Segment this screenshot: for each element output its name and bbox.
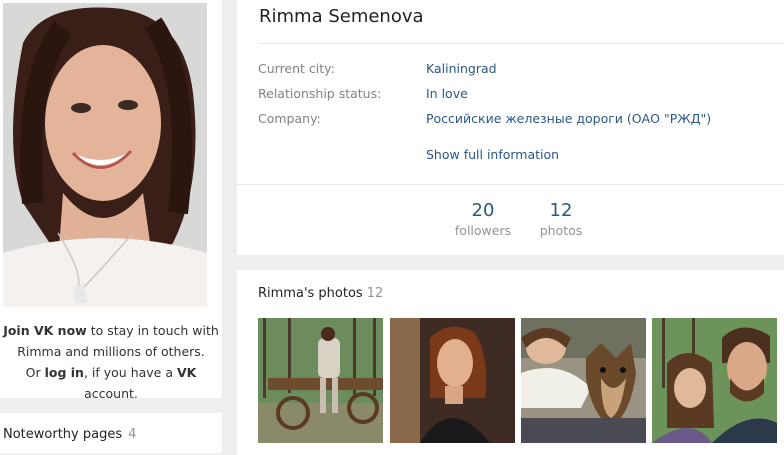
photos-header[interactable]: Rimma's photos 12 bbox=[258, 286, 383, 301]
join-text-1: to stay in touch with bbox=[86, 323, 219, 338]
photos-total-count: 12 bbox=[366, 286, 384, 301]
join-vk-link[interactable]: Join VK now bbox=[3, 323, 87, 338]
photo-couple-selfie-image bbox=[652, 318, 777, 443]
show-full-information-link[interactable]: Show full information bbox=[426, 147, 559, 162]
photo-thumbnail[interactable] bbox=[258, 318, 383, 443]
photo-woman-with-dog-image bbox=[521, 318, 646, 443]
vk-label: VK bbox=[176, 365, 197, 380]
join-text-or: Or bbox=[25, 365, 45, 380]
name-divider bbox=[259, 43, 784, 44]
photo-thumbnail[interactable] bbox=[652, 318, 777, 443]
join-text-2: Rimma and millions of others. bbox=[17, 344, 205, 359]
noteworthy-pages-header[interactable]: Noteworthy pages 4 bbox=[3, 427, 136, 442]
photos-title: Rimma's photos bbox=[258, 286, 363, 301]
avatar-portrait-image bbox=[3, 3, 207, 307]
info-label-city: Current city: bbox=[258, 61, 335, 76]
photo-portrait-dark-image bbox=[390, 318, 515, 443]
join-vk-prompt: Join VK now to stay in touch with Rimma … bbox=[0, 320, 222, 404]
log-in-link[interactable]: log in bbox=[45, 365, 84, 380]
info-value-city[interactable]: Kaliningrad bbox=[426, 61, 497, 76]
followers-count: 20 bbox=[471, 200, 495, 221]
photos-counter[interactable]: 12 photos bbox=[531, 200, 591, 238]
photo-woman-on-cart-image bbox=[258, 318, 383, 443]
info-label-relationship: Relationship status: bbox=[258, 86, 382, 101]
stats-divider bbox=[237, 184, 784, 185]
info-value-relationship[interactable]: In love bbox=[426, 86, 468, 101]
profile-name: Rimma Semenova bbox=[259, 6, 424, 27]
noteworthy-pages-card: Noteworthy pages 4 bbox=[0, 413, 222, 453]
info-value-company[interactable]: Российские железные дороги (ОАО "РЖД") bbox=[426, 111, 711, 126]
noteworthy-pages-title: Noteworthy pages bbox=[3, 427, 123, 442]
photo-thumbnail[interactable] bbox=[521, 318, 646, 443]
noteworthy-pages-count: 4 bbox=[128, 427, 137, 442]
photo-thumbnail[interactable] bbox=[390, 318, 515, 443]
photos-label: photos bbox=[539, 223, 583, 238]
join-text-3: , if you have a bbox=[83, 365, 177, 380]
profile-info-card: Rimma Semenova Current city: Kaliningrad… bbox=[237, 0, 784, 255]
followers-counter[interactable]: 20 followers bbox=[449, 200, 517, 238]
profile-avatar[interactable] bbox=[3, 3, 207, 307]
photos-count: 12 bbox=[549, 200, 573, 221]
followers-label: followers bbox=[454, 223, 512, 238]
photos-card: Rimma's photos 12 bbox=[237, 270, 784, 455]
info-label-company: Company: bbox=[258, 111, 321, 126]
sidebar-card: Join VK now to stay in touch with Rimma … bbox=[0, 0, 222, 401]
join-text-account: account. bbox=[84, 386, 138, 401]
